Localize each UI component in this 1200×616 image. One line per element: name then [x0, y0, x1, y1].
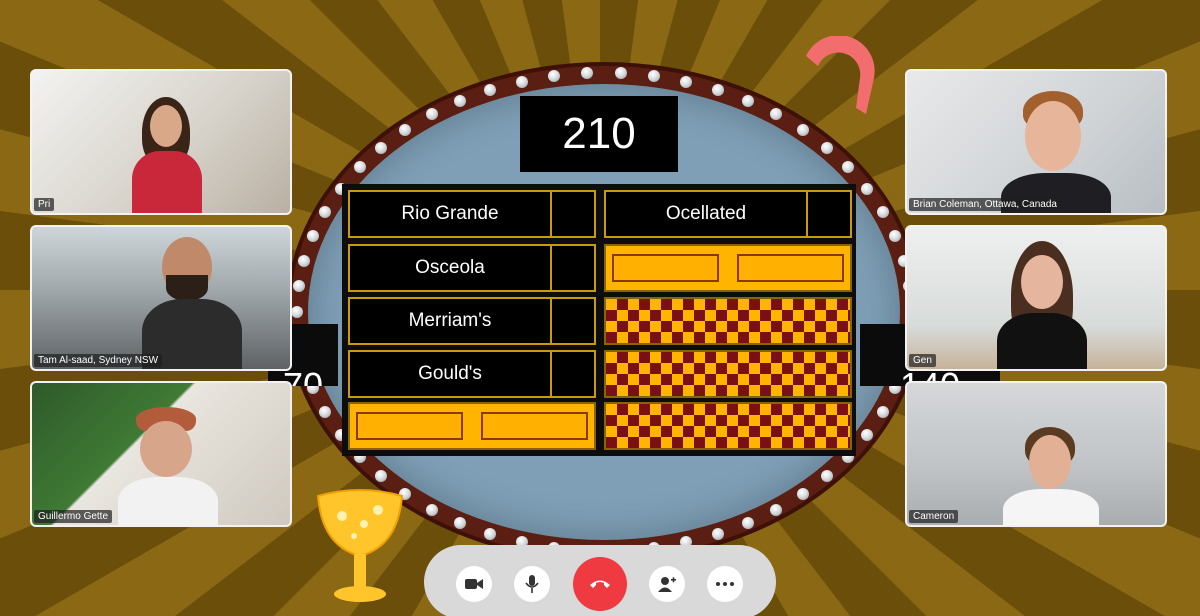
marquee-bulb — [888, 229, 901, 242]
participant-tile-brian[interactable]: Brian Coleman, Ottawa, Canada — [905, 69, 1167, 215]
add-person-icon — [658, 577, 676, 592]
marquee-bulb — [298, 254, 311, 267]
marquee-bulb — [614, 67, 627, 80]
answer-slot-2: Osceola — [348, 244, 596, 292]
marquee-bulb — [796, 123, 809, 136]
participant-name: Tam Al-saad, Sydney NSW — [34, 354, 163, 367]
marquee-bulb — [796, 488, 809, 501]
microphone-icon — [525, 575, 539, 593]
marquee-bulb — [647, 70, 660, 83]
empty-slot-8 — [604, 297, 852, 345]
marquee-bulb — [515, 75, 528, 88]
marquee-bulb — [680, 75, 693, 88]
empty-slot-10 — [604, 402, 852, 450]
round-score: 210 — [520, 96, 678, 172]
participant-name: Cameron — [909, 510, 959, 523]
answer-slot-3: Merriam's — [348, 297, 596, 345]
marquee-bulb — [307, 229, 320, 242]
marquee-bulb — [425, 108, 438, 121]
marquee-bulb — [861, 182, 874, 195]
answer-points — [550, 352, 594, 396]
participant-name: Brian Coleman, Ottawa, Canada — [909, 198, 1061, 211]
answer-text: Merriam's — [408, 310, 492, 331]
video-toggle-button[interactable] — [456, 566, 492, 602]
marquee-bulb — [454, 94, 467, 107]
marquee-bulb — [292, 280, 305, 293]
answer-points — [550, 299, 594, 343]
answer-text: Rio Grande — [401, 203, 499, 224]
participant-tile-cameron[interactable]: Cameron — [905, 381, 1167, 527]
marquee-bulb — [876, 205, 889, 218]
participant-tile-tam[interactable]: Tam Al-saad, Sydney NSW — [30, 225, 292, 371]
marquee-bulb — [741, 517, 754, 530]
marquee-bulb — [319, 205, 332, 218]
end-call-icon — [590, 580, 610, 588]
participant-tile-gen[interactable]: Gen — [905, 225, 1167, 371]
answer-slot-1: Rio Grande — [348, 190, 596, 238]
answer-slot-6: Ocellated — [604, 190, 852, 238]
answer-text: Osceola — [415, 257, 485, 278]
answer-slot-5-hidden — [348, 402, 596, 450]
marquee-bulb — [741, 94, 754, 107]
participant-tile-guillermo[interactable]: Guillermo Gette — [30, 381, 292, 527]
marquee-bulb — [425, 503, 438, 516]
answer-text: Ocellated — [665, 203, 747, 224]
answer-slot-7-hidden — [604, 244, 852, 292]
call-toolbar — [424, 545, 776, 616]
hidden-bar — [736, 254, 844, 282]
hidden-bar — [356, 412, 464, 440]
answer-points — [550, 192, 594, 236]
participant-name: Gen — [909, 354, 936, 367]
marquee-bulb — [711, 83, 724, 96]
empty-slot-9 — [604, 350, 852, 398]
answer-text: Gould's — [418, 363, 482, 384]
marquee-bulb — [820, 141, 833, 154]
marquee-bulb — [770, 503, 783, 516]
marquee-bulb — [399, 123, 412, 136]
participant-name: Pri — [34, 198, 55, 211]
participant-name: Guillermo Gette — [34, 510, 113, 523]
marquee-bulb — [291, 306, 303, 318]
marquee-bulb — [375, 141, 388, 154]
marquee-bulb — [711, 528, 724, 541]
more-options-icon — [716, 582, 734, 586]
marquee-bulb — [353, 161, 366, 174]
more-options-button[interactable] — [707, 566, 743, 602]
reaction-arc-icon — [806, 36, 875, 114]
microphone-toggle-button[interactable] — [514, 566, 550, 602]
video-camera-icon — [465, 579, 483, 589]
answer-board: Rio Grande Osceola Merriam's Gould's Oce… — [342, 184, 856, 456]
hidden-bar — [480, 412, 588, 440]
participant-tile-pri[interactable]: Pri — [30, 69, 292, 215]
answer-slot-4: Gould's — [348, 350, 596, 398]
end-call-button[interactable] — [573, 557, 627, 611]
marquee-bulb — [876, 406, 889, 419]
answer-points — [550, 246, 594, 290]
add-participant-button[interactable] — [649, 566, 685, 602]
hidden-bar — [612, 254, 720, 282]
goblet-icon — [316, 489, 404, 602]
answer-points — [806, 192, 850, 236]
